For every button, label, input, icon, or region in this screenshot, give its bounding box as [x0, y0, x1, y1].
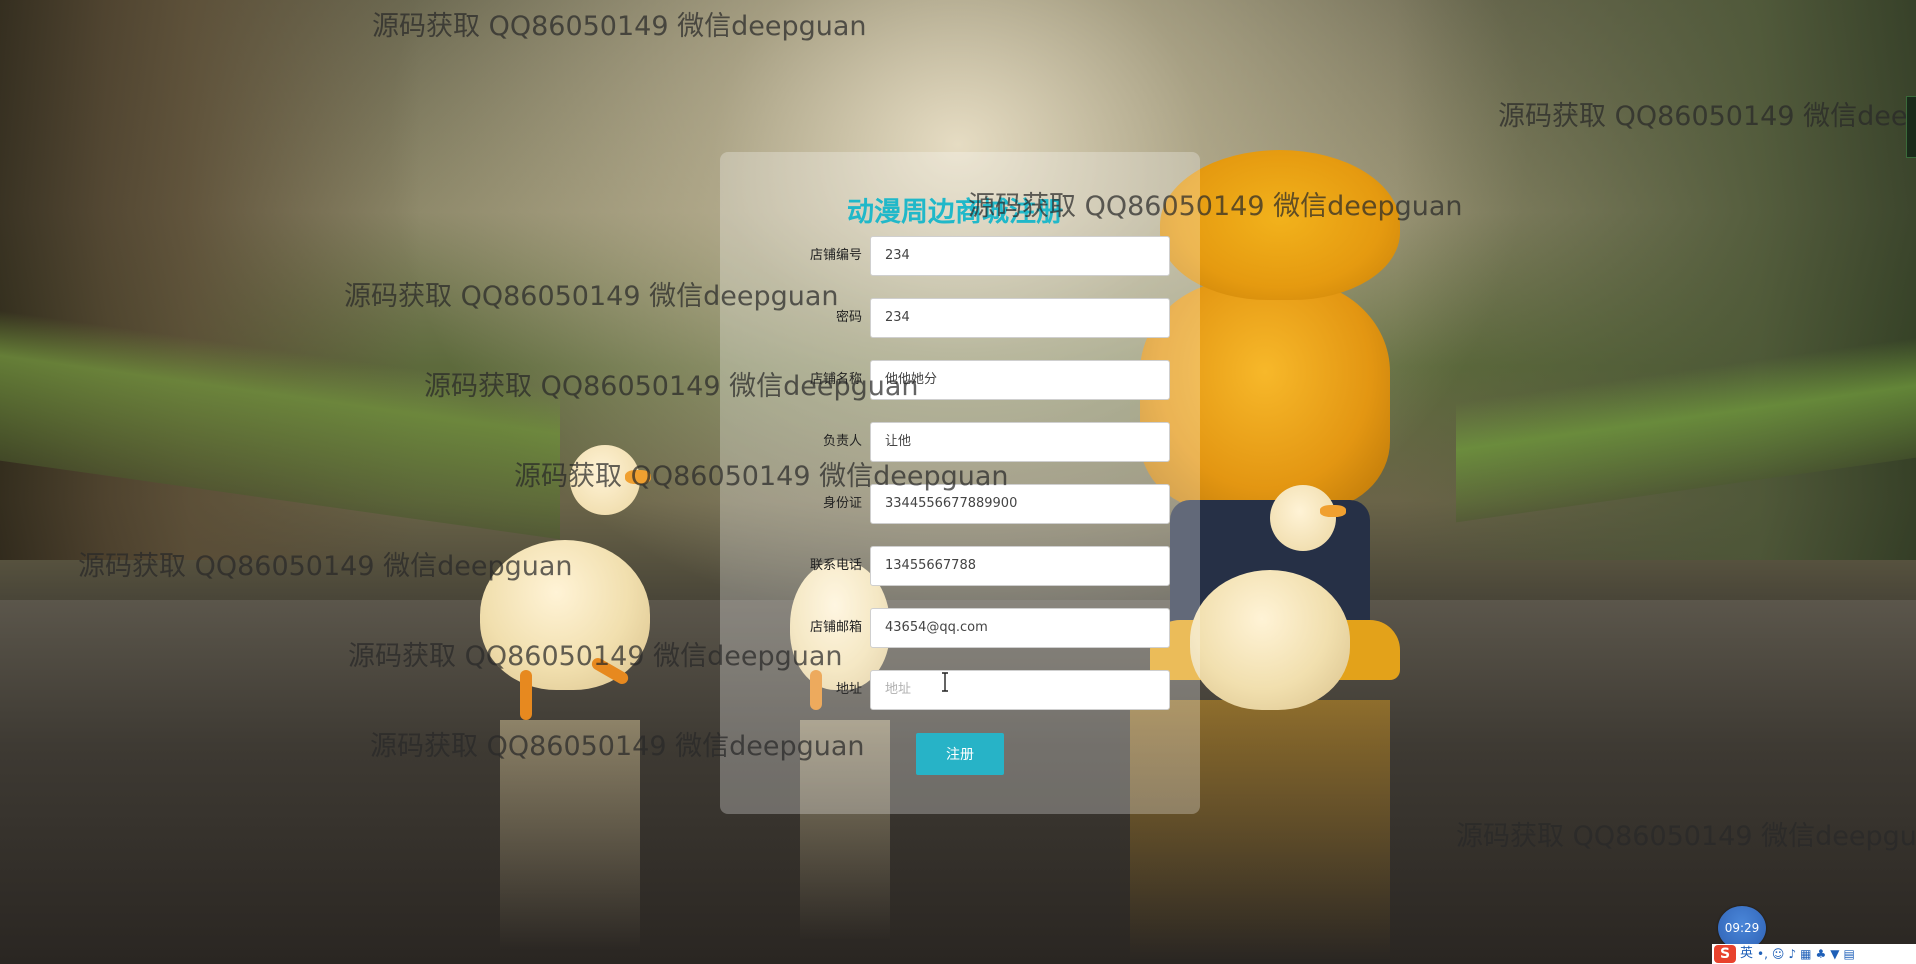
address-input[interactable] [870, 670, 1170, 710]
edge-widget [1906, 96, 1916, 158]
shirt-icon[interactable]: ▼ [1830, 945, 1839, 963]
field-row-store-id: 店铺编号 [720, 236, 1200, 276]
field-row-phone: 联系电话 [720, 546, 1200, 586]
keyboard-icon[interactable]: ▦ [1800, 945, 1811, 963]
email-input[interactable] [870, 608, 1170, 648]
watermark-text: 源码获取 QQ86050149 微信deepguan [344, 281, 839, 312]
store-id-input[interactable] [870, 236, 1170, 276]
sogou-logo-icon[interactable]: S [1714, 945, 1736, 963]
watermark-text: 源码获取 QQ86050149 微信deepguan [370, 731, 865, 762]
watermark-text: 源码获取 QQ86050149 微信deepguan [1498, 101, 1916, 132]
duckling-right [1190, 570, 1350, 710]
address-label: 地址 [835, 682, 862, 697]
phone-label: 联系电话 [809, 558, 862, 573]
watermark-text: 源码获取 QQ86050149 微信deepguan [424, 371, 919, 402]
register-button[interactable]: 注册 [916, 733, 1004, 775]
grid-icon[interactable]: ▤ [1843, 945, 1854, 963]
duckling-left-leg [520, 670, 532, 720]
watermark-text: 源码获取 QQ86050149 微信deepguan [1456, 821, 1916, 852]
watermark-text: 源码获取 QQ86050149 微信deepguan [78, 551, 573, 582]
ime-toolbar: S 英 •, ☺ ♪ ▦ ♣ ▼ ▤ [1712, 944, 1916, 964]
duckling-right-beak [1320, 505, 1346, 517]
watermark-text: 源码获取 QQ86050149 微信deepguan [514, 461, 1009, 492]
store-id-label: 店铺编号 [809, 248, 862, 263]
microphone-icon[interactable]: ♪ [1788, 945, 1796, 963]
watermark-text: 源码获取 QQ86050149 微信deepguan [348, 641, 843, 672]
duckling-right-head [1270, 485, 1336, 551]
skin-icon[interactable]: ♣ [1815, 945, 1826, 963]
emoji-icon[interactable]: ☺ [1772, 945, 1785, 963]
password-label: 密码 [835, 310, 862, 325]
punctuation-icon[interactable]: •, [1757, 945, 1768, 963]
watermark-text: 源码获取 QQ86050149 微信deepguan [372, 11, 867, 42]
watermark-text: 源码获取 QQ86050149 微信deepguan [968, 191, 1463, 222]
text-cursor-icon [942, 672, 948, 692]
field-row-address: 地址 [720, 670, 1200, 710]
password-input[interactable] [870, 298, 1170, 338]
phone-input[interactable] [870, 546, 1170, 586]
ime-mode-toggle[interactable]: 英 [1740, 945, 1753, 963]
